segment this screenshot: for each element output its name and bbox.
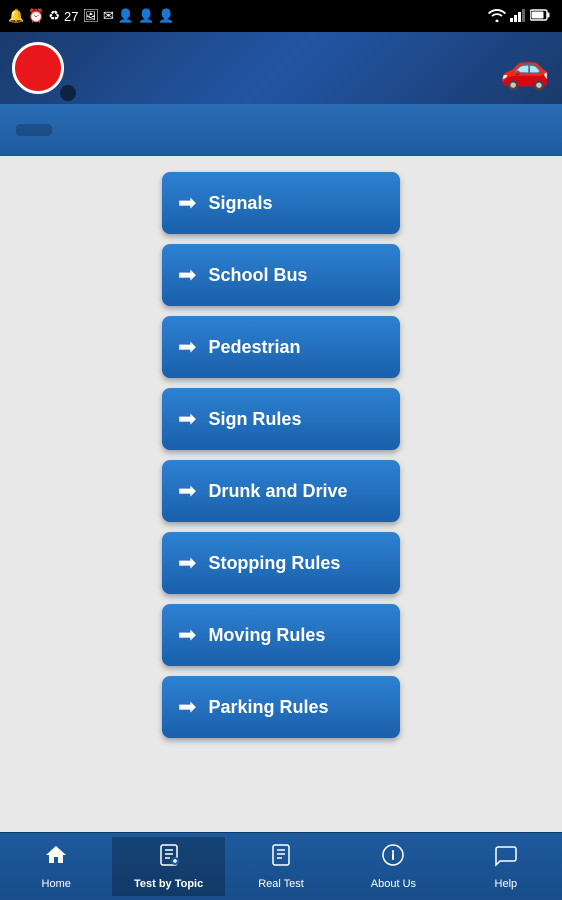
- home-nav-icon: [44, 843, 68, 874]
- nav-item-test-by-topic[interactable]: Test by Topic: [112, 837, 224, 896]
- bottom-nav: Home Test by Topic Real Test About Us He…: [0, 832, 562, 900]
- ad-car-icon: 🚗: [500, 45, 550, 92]
- category-label: Drunk and Drive: [208, 481, 347, 502]
- real-test-nav-icon: [269, 843, 293, 874]
- email-icon: ✉: [103, 8, 114, 24]
- arrow-icon: ➡: [178, 622, 196, 648]
- wifi-icon: [488, 8, 506, 25]
- arrow-icon: ➡: [178, 262, 196, 288]
- notification-count: 27: [64, 9, 78, 24]
- category-label: Signals: [208, 193, 272, 214]
- user-icon-2: 👤: [138, 8, 154, 24]
- category-btn-stopping-rules[interactable]: ➡ Stopping Rules: [162, 532, 400, 594]
- category-label: Stopping Rules: [208, 553, 340, 574]
- nav-item-about-us[interactable]: About Us: [337, 837, 449, 896]
- category-label: School Bus: [208, 265, 307, 286]
- arrow-icon: ➡: [178, 478, 196, 504]
- about-us-nav-label: About Us: [371, 878, 416, 890]
- arrow-icon: ➡: [178, 406, 196, 432]
- alarm-icon: ⏰: [28, 8, 44, 24]
- page-header: [0, 104, 562, 156]
- arrow-icon: ➡: [178, 694, 196, 720]
- category-label: Moving Rules: [208, 625, 325, 646]
- battery-icon: [530, 9, 550, 24]
- test-by-topic-nav-label: Test by Topic: [134, 878, 203, 890]
- about-us-nav-icon: [381, 843, 405, 874]
- signal-icon: [510, 8, 526, 25]
- help-nav-icon: [494, 843, 518, 874]
- page-title: [16, 124, 52, 136]
- real-test-nav-label: Real Test: [258, 878, 304, 890]
- notification-icon: 🔔: [8, 8, 24, 24]
- ad-text: [64, 56, 500, 79]
- user-icon-1: 👤: [118, 8, 134, 24]
- category-btn-moving-rules[interactable]: ➡ Moving Rules: [162, 604, 400, 666]
- category-label: Pedestrian: [208, 337, 300, 358]
- category-label: Parking Rules: [208, 697, 328, 718]
- image-icon: 🖼: [83, 8, 100, 24]
- home-nav-label: Home: [42, 878, 71, 890]
- status-left-icons: 🔔 ⏰ ♻ 27 🖼 ✉ 👤 👤 👤: [8, 8, 174, 24]
- ad-banner[interactable]: 🚗: [0, 32, 562, 104]
- category-btn-sign-rules[interactable]: ➡ Sign Rules: [162, 388, 400, 450]
- help-nav-label: Help: [495, 878, 518, 890]
- nav-item-home[interactable]: Home: [0, 837, 112, 896]
- category-btn-parking-rules[interactable]: ➡ Parking Rules: [162, 676, 400, 738]
- status-right-icons: [488, 8, 554, 25]
- nav-item-help[interactable]: Help: [450, 837, 562, 896]
- category-label: Sign Rules: [208, 409, 301, 430]
- arrow-icon: ➡: [178, 190, 196, 216]
- test-by-topic-nav-icon: [157, 843, 181, 874]
- nav-item-real-test[interactable]: Real Test: [225, 837, 337, 896]
- arrow-icon: ➡: [178, 550, 196, 576]
- category-btn-signals[interactable]: ➡ Signals: [162, 172, 400, 234]
- ask-logo: [12, 42, 64, 94]
- category-btn-school-bus[interactable]: ➡ School Bus: [162, 244, 400, 306]
- sync-icon: ♻: [48, 8, 60, 24]
- arrow-icon: ➡: [178, 334, 196, 360]
- category-btn-pedestrian[interactable]: ➡ Pedestrian: [162, 316, 400, 378]
- main-content: ➡ Signals ➡ School Bus ➡ Pedestrian ➡ Si…: [0, 156, 562, 832]
- user-icon-3: 👤: [158, 8, 174, 24]
- status-bar: 🔔 ⏰ ♻ 27 🖼 ✉ 👤 👤 👤: [0, 0, 562, 32]
- ad-info-icon[interactable]: [60, 85, 76, 101]
- category-btn-drunk-and-drive[interactable]: ➡ Drunk and Drive: [162, 460, 400, 522]
